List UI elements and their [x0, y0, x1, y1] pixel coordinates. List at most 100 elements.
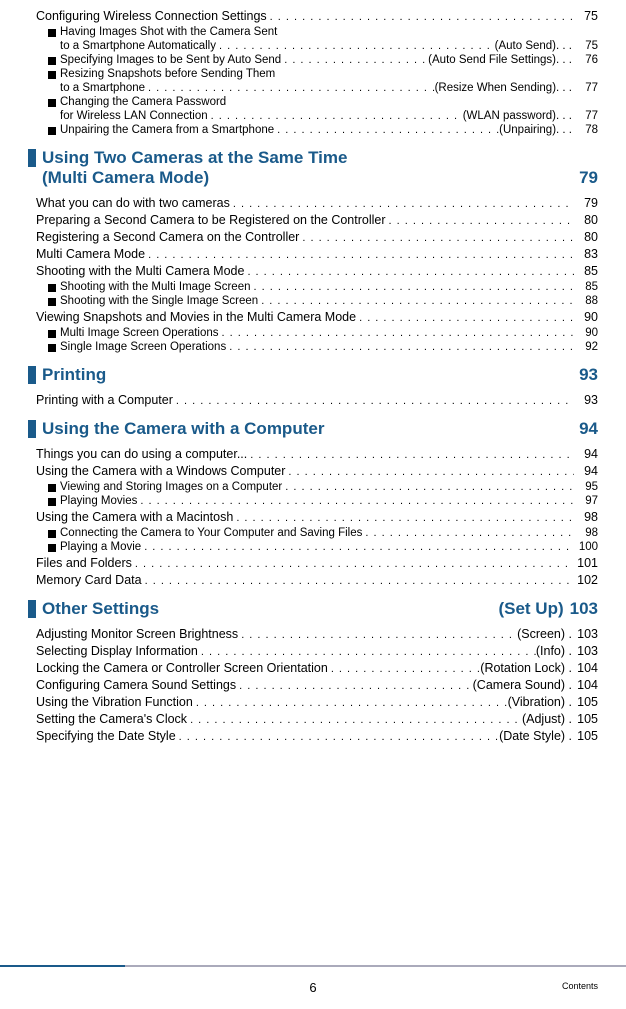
toc-subentry[interactable]: Connecting the Camera to Your Computer a… [28, 527, 598, 539]
bullet-icon [48, 127, 56, 135]
toc-entry[interactable]: Shooting with the Multi Camera Mode 85 [28, 264, 598, 278]
section-header-computer[interactable]: Using the Camera with a Computer 94 [28, 419, 598, 439]
toc-entry[interactable]: Registering a Second Camera on the Contr… [28, 230, 598, 244]
entry-title: Shooting with the Multi Image Screen [60, 281, 251, 293]
toc-subentry[interactable]: Shooting with the Multi Image Screen 85 [28, 281, 598, 293]
toc-subentry[interactable]: Unpairing the Camera from a Smartphone (… [28, 124, 598, 136]
toc-entry[interactable]: Things you can do using a computer... 94 [28, 447, 598, 461]
leader-dots [137, 495, 574, 507]
entry-page: 90 [574, 310, 598, 324]
entry-title: Resizing Snapshots before Sending Them [60, 68, 275, 80]
toc-subentry-cont[interactable]: to a Smartphone Automatically (Auto Send… [28, 40, 598, 52]
toc-subentry-cont[interactable]: to a Smartphone (Resize When Sending). .… [28, 82, 598, 94]
leader-dots [356, 312, 574, 324]
toc-subentry[interactable]: Playing a Movie 100 [28, 541, 598, 553]
entry-page: 93 [574, 393, 598, 407]
toc-entry[interactable]: Setting the Camera's Clock (Adjust) . 10… [28, 712, 598, 726]
entry-suffix: (Camera Sound) . [473, 678, 574, 692]
entry-page: 103 [574, 627, 598, 641]
entry-page: 77 [574, 110, 598, 122]
toc-entry[interactable]: Specifying the Date Style (Date Style) .… [28, 729, 598, 743]
entry-page: 105 [574, 712, 598, 726]
bullet-icon [48, 498, 56, 506]
entry-page: 88 [574, 295, 598, 307]
entry-title: Viewing Snapshots and Movies in the Mult… [36, 310, 356, 324]
toc-subentry[interactable]: Single Image Screen Operations 92 [28, 341, 598, 353]
toc-entry[interactable]: Multi Camera Mode 83 [28, 247, 598, 261]
toc-subentry[interactable]: Viewing and Storing Images on a Computer… [28, 481, 598, 493]
leader-dots [142, 575, 574, 587]
toc-entry[interactable]: Printing with a Computer 93 [28, 393, 598, 407]
toc-entry[interactable]: Preparing a Second Camera to be Register… [28, 213, 598, 227]
toc-subentry[interactable]: Resizing Snapshots before Sending Them [28, 68, 598, 80]
entry-page: 75 [574, 9, 598, 23]
entry-title: Playing Movies [60, 495, 137, 507]
entry-title: Having Images Shot with the Camera Sent [60, 26, 277, 38]
leader-dots [208, 110, 463, 122]
section-suffix: (Set Up) [498, 599, 563, 619]
toc-entry[interactable]: Adjusting Monitor Screen Brightness (Scr… [28, 627, 598, 641]
entry-page: 76 [574, 54, 598, 66]
entry-page: 97 [574, 495, 598, 507]
toc-entry[interactable]: Selecting Display Information (Info) . 1… [28, 644, 598, 658]
section-header-printing[interactable]: Printing 93 [28, 365, 598, 385]
leader-dots [145, 82, 435, 94]
toc-subentry[interactable]: Multi Image Screen Operations 90 [28, 327, 598, 339]
entry-title: Using the Camera with a Macintosh [36, 510, 233, 524]
toc-entry[interactable]: Using the Camera with a Windows Computer… [28, 464, 598, 478]
toc-entry[interactable]: Files and Folders 101 [28, 556, 598, 570]
entry-page: 75 [574, 40, 598, 52]
entry-title: What you can do with two cameras [36, 196, 230, 210]
bullet-icon [48, 484, 56, 492]
toc-subentry[interactable]: Having Images Shot with the Camera Sent [28, 26, 598, 38]
toc-entry[interactable]: What you can do with two cameras 79 [28, 196, 598, 210]
leader-dots [173, 395, 574, 407]
entry-title: Memory Card Data [36, 573, 142, 587]
section-header-other[interactable]: Other Settings (Set Up) 103 [28, 599, 598, 619]
entry-title: Using the Vibration Function [36, 695, 193, 709]
entry-page: 98 [574, 510, 598, 524]
entry-suffix: (Resize When Sending). . . [435, 82, 574, 94]
entry-title: Configuring Camera Sound Settings [36, 678, 236, 692]
entry-title: Changing the Camera Password [60, 96, 226, 108]
toc-entry[interactable]: Locking the Camera or Controller Screen … [28, 661, 598, 675]
section-bar-icon [28, 420, 36, 438]
entry-title: Specifying the Date Style [36, 729, 176, 743]
toc-entry[interactable]: Memory Card Data 102 [28, 573, 598, 587]
bullet-icon [48, 284, 56, 292]
toc-subentry[interactable]: Playing Movies 97 [28, 495, 598, 507]
toc-subentry-cont[interactable]: for Wireless LAN Connection (WLAN passwo… [28, 110, 598, 122]
entry-suffix: (Adjust) . [522, 712, 574, 726]
toc-subentry[interactable]: Specifying Images to be Sent by Auto Sen… [28, 54, 598, 66]
entry-page: 105 [574, 695, 598, 709]
section-title: Printing [42, 365, 106, 385]
leader-dots [176, 731, 499, 743]
bullet-icon [48, 344, 56, 352]
entry-page: 105 [574, 729, 598, 743]
entry-title: Selecting Display Information [36, 644, 198, 658]
footer-divider [0, 965, 626, 967]
entry-title: Registering a Second Camera on the Contr… [36, 230, 299, 244]
leader-dots [187, 714, 522, 726]
toc-entry[interactable]: Using the Vibration Function (Vibration)… [28, 695, 598, 709]
section-header-multicamera[interactable]: Using Two Cameras at the Same Time (Mult… [28, 148, 598, 188]
leader-dots [226, 341, 574, 353]
entry-page: 80 [574, 230, 598, 244]
entry-page: 77 [574, 82, 598, 94]
toc-entry[interactable]: Using the Camera with a Macintosh 98 [28, 510, 598, 524]
toc-subentry[interactable]: Shooting with the Single Image Screen 88 [28, 295, 598, 307]
leader-dots [328, 663, 480, 675]
entry-suffix: (Screen) . [517, 627, 574, 641]
toc-subentry[interactable]: Changing the Camera Password [28, 96, 598, 108]
entry-page: 83 [574, 247, 598, 261]
entry-suffix: (Rotation Lock) . [480, 661, 574, 675]
toc-entry[interactable]: Viewing Snapshots and Movies in the Mult… [28, 310, 598, 324]
entry-title: Shooting with the Multi Camera Mode [36, 264, 244, 278]
entry-page: 103 [574, 644, 598, 658]
entry-title: Printing with a Computer [36, 393, 173, 407]
leader-dots [219, 327, 574, 339]
entry-page: 92 [574, 341, 598, 353]
toc-entry[interactable]: Configuring Wireless Connection Settings… [28, 9, 598, 23]
entry-title: Connecting the Camera to Your Computer a… [60, 527, 362, 539]
toc-entry[interactable]: Configuring Camera Sound Settings (Camer… [28, 678, 598, 692]
